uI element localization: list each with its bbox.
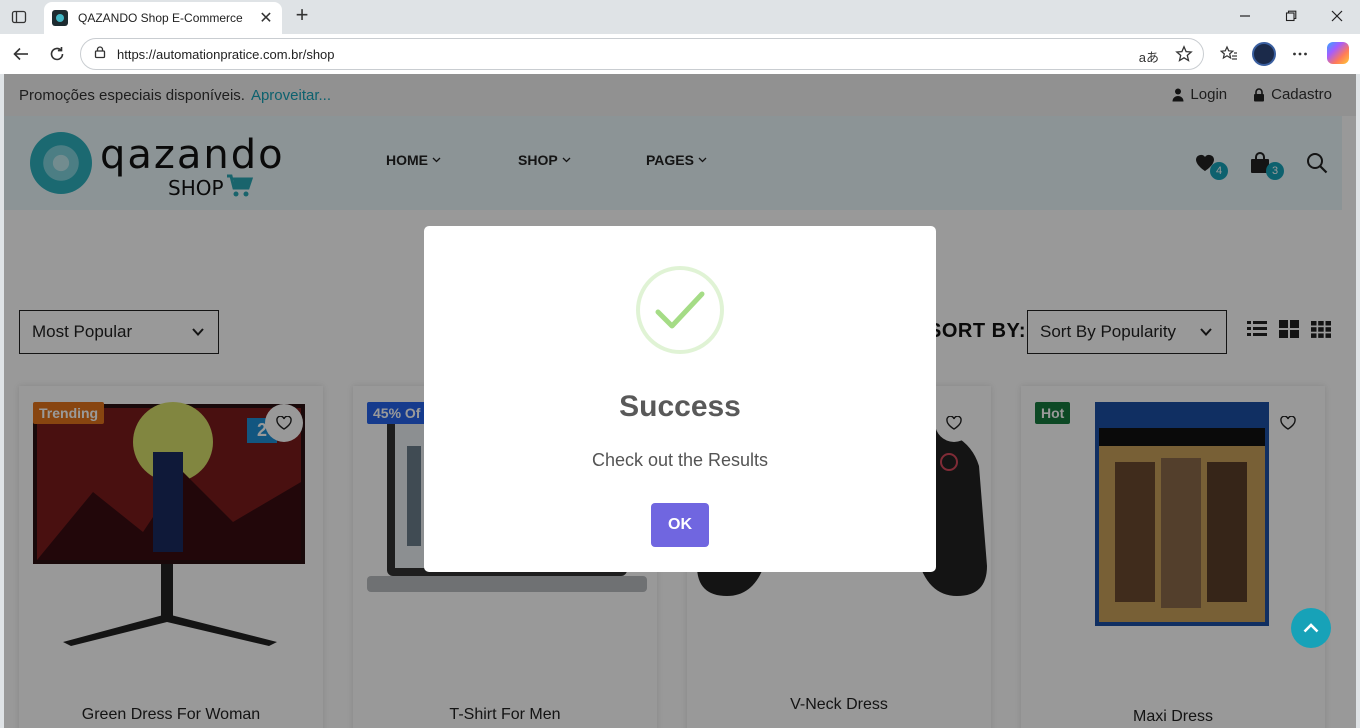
tab-close-icon[interactable]: ✕ <box>258 8 274 28</box>
reload-icon[interactable] <box>44 42 70 66</box>
copilot-icon[interactable] <box>1327 42 1349 64</box>
new-tab-icon[interactable]: + <box>290 4 314 26</box>
back-icon[interactable] <box>8 42 34 66</box>
tab-actions-icon[interactable] <box>10 8 28 26</box>
site-favicon-icon <box>52 10 68 26</box>
chevron-up-icon <box>1303 623 1319 633</box>
browser-toolbar: https://automationpratice.com.br/shop aあ <box>0 34 1360 74</box>
translate-icon[interactable]: aあ <box>1139 47 1159 66</box>
favorites-icon[interactable] <box>1216 42 1242 66</box>
favorite-star-icon[interactable] <box>1175 45 1193 68</box>
url-text[interactable]: https://automationpratice.com.br/shop <box>117 47 335 62</box>
dialog-title: Success <box>619 390 741 423</box>
close-window-icon[interactable] <box>1322 5 1352 27</box>
more-menu-icon[interactable] <box>1287 42 1313 66</box>
success-check-icon <box>636 266 724 354</box>
minimize-icon[interactable] <box>1230 5 1260 27</box>
restore-icon[interactable] <box>1276 5 1306 27</box>
success-dialog: Success Check out the Results OK <box>424 226 936 572</box>
tab-title: QAZANDO Shop E-Commerce <box>78 11 243 25</box>
address-bar[interactable]: https://automationpratice.com.br/shop aあ <box>80 38 1204 70</box>
scroll-to-top-button[interactable] <box>1291 608 1331 648</box>
page-viewport: Promoções especiais disponíveis. Aprovei… <box>4 74 1356 728</box>
ok-button[interactable]: OK <box>651 503 709 547</box>
dialog-message: Check out the Results <box>591 450 769 470</box>
browser-tabbar: QAZANDO Shop E-Commerce ✕ + <box>0 0 1360 34</box>
profile-avatar[interactable] <box>1252 42 1276 66</box>
site-info-icon[interactable] <box>93 45 107 64</box>
browser-tab[interactable]: QAZANDO Shop E-Commerce ✕ <box>44 2 282 34</box>
